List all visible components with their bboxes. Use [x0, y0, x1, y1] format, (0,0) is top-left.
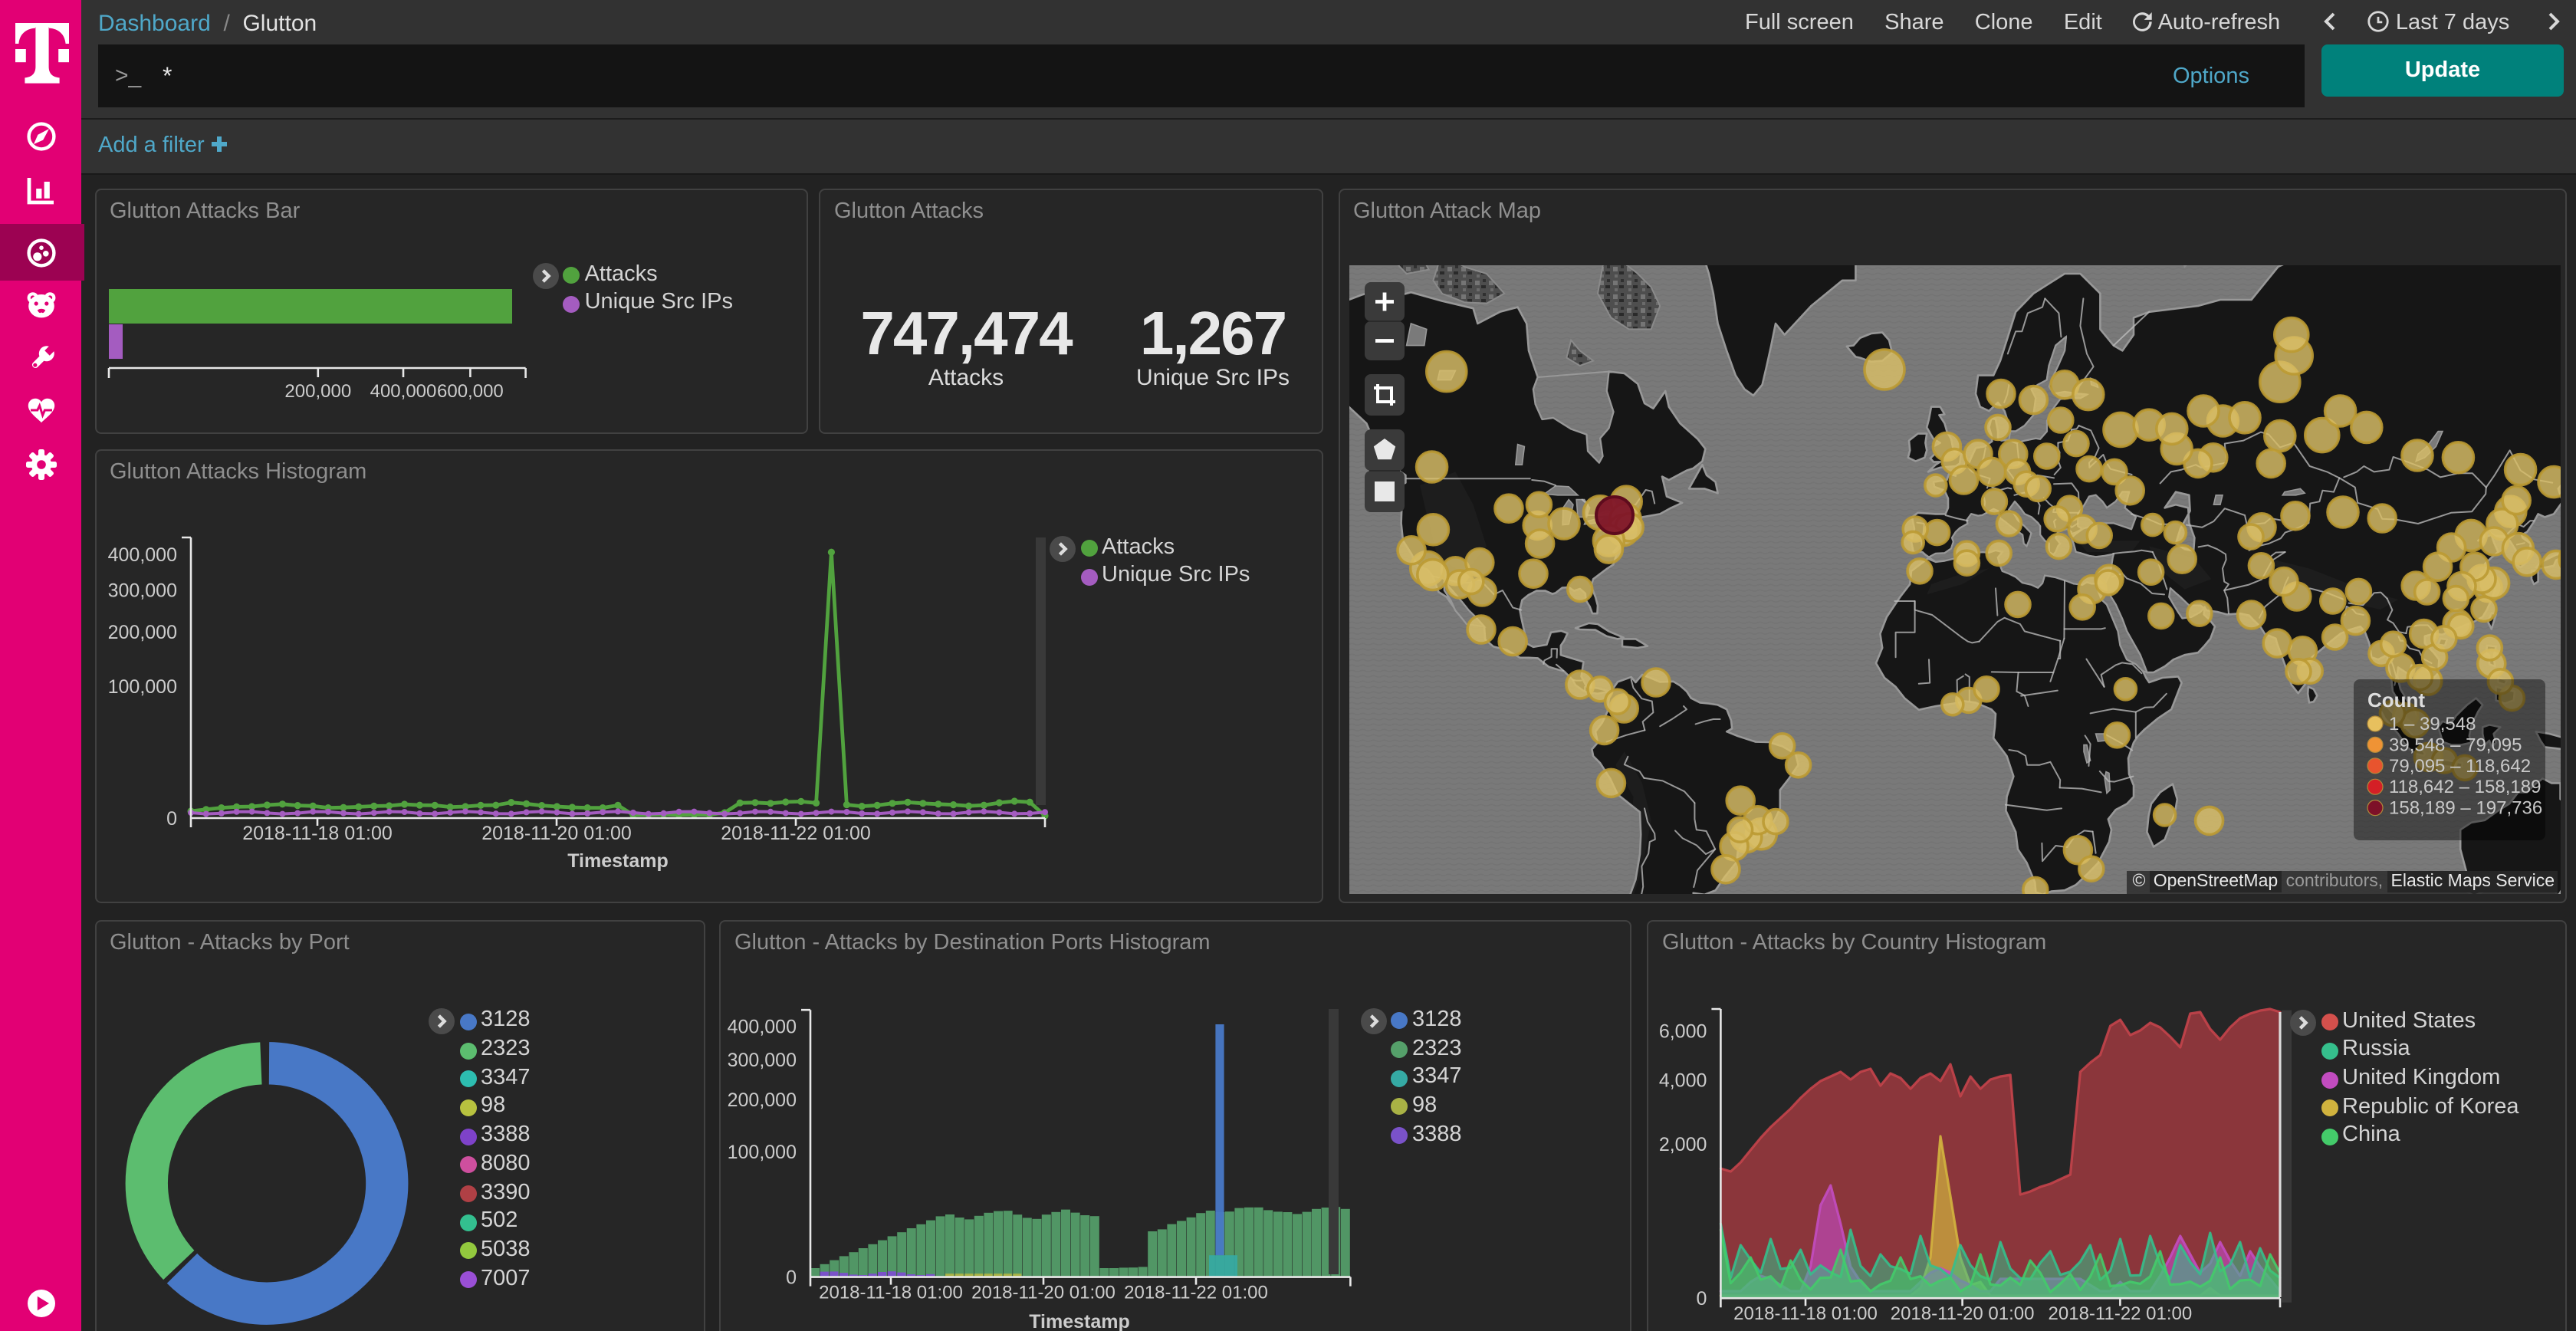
svg-text:200,000: 200,000: [107, 621, 176, 642]
svg-text:2018-11-22 01:00: 2018-11-22 01:00: [720, 822, 870, 843]
svg-text:79,095 – 118,642: 79,095 – 118,642: [2389, 756, 2531, 777]
svg-text:2018-11-20 01:00: 2018-11-20 01:00: [481, 822, 631, 843]
svg-text:Count: Count: [2367, 689, 2425, 712]
svg-text:0: 0: [166, 807, 176, 829]
svg-text:200,000: 200,000: [284, 381, 351, 402]
svg-text:2018-11-18 01:00: 2018-11-18 01:00: [242, 822, 392, 843]
svg-text:100,000: 100,000: [107, 675, 176, 697]
svg-text:400,000: 400,000: [370, 381, 437, 402]
svg-text:1 – 39,548: 1 – 39,548: [2389, 714, 2476, 735]
svg-text:300,000: 300,000: [107, 579, 176, 600]
svg-text:158,189 – 197,736: 158,189 – 197,736: [2389, 798, 2542, 819]
svg-text:600,000: 600,000: [437, 381, 504, 402]
svg-text:118,642 – 158,189: 118,642 – 158,189: [2389, 777, 2541, 797]
svg-text:39,548 – 79,095: 39,548 – 79,095: [2389, 735, 2522, 755]
svg-text:Timestamp: Timestamp: [567, 850, 668, 871]
svg-text:400,000: 400,000: [107, 544, 176, 565]
